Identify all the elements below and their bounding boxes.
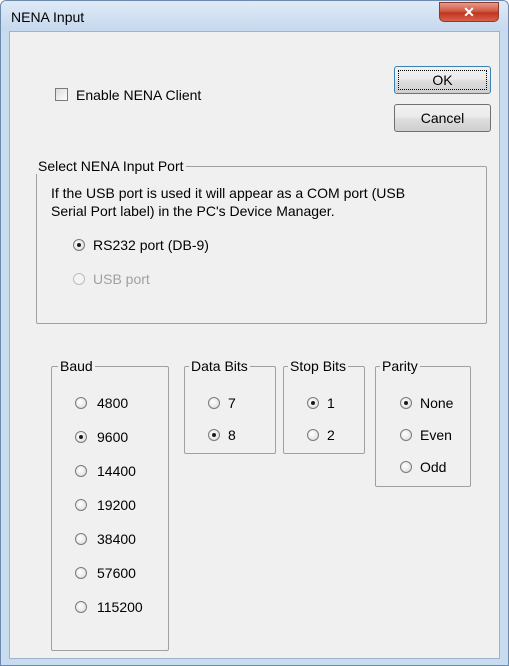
parity-none-radio[interactable] [400,397,412,409]
cancel-button[interactable]: Cancel [394,104,491,132]
baud-4800-radio[interactable] [75,397,87,409]
stop-bits-2-label[interactable]: 2 [327,427,335,443]
baud-19200-label[interactable]: 19200 [97,497,136,513]
data-bits-8-radio[interactable] [208,429,220,441]
data-bits-group: Data Bits 7 8 [184,358,276,454]
parity-odd-radio[interactable] [400,461,412,473]
ok-button-label: OK [432,72,453,88]
rs232-port-radio[interactable] [73,239,85,251]
usb-port-radio [73,273,85,285]
baud-14400-radio[interactable] [75,465,87,477]
enable-nena-client-label[interactable]: Enable NENA Client [76,87,201,103]
close-icon: ✕ [463,4,475,20]
parity-group-title: Parity [380,358,420,374]
baud-4800-label[interactable]: 4800 [97,395,128,411]
close-button[interactable]: ✕ [439,2,499,22]
baud-9600-label[interactable]: 9600 [97,429,128,445]
baud-115200-radio[interactable] [75,601,87,613]
baud-57600-label[interactable]: 57600 [97,565,136,581]
enable-nena-client-checkbox[interactable] [55,88,68,101]
ok-button[interactable]: OK [394,66,491,94]
parity-odd-label[interactable]: Odd [420,459,446,475]
stop-bits-1-label[interactable]: 1 [327,395,335,411]
parity-even-radio[interactable] [400,429,412,441]
window-title: NENA Input [11,9,85,25]
input-port-group-title: Select NENA Input Port [36,158,186,174]
stop-bits-1-radio[interactable] [307,397,319,409]
stop-bits-group-title: Stop Bits [288,358,349,374]
nena-input-dialog: NENA Input ✕ Enable NENA Client OK Cance… [0,0,509,666]
usb-port-label: USB port [93,271,150,287]
baud-57600-radio[interactable] [75,567,87,579]
baud-38400-radio[interactable] [75,533,87,545]
parity-none-label[interactable]: None [420,395,453,411]
baud-19200-radio[interactable] [75,499,87,511]
cancel-button-label: Cancel [420,110,465,126]
baud-14400-label[interactable]: 14400 [97,463,136,479]
data-bits-group-title: Data Bits [189,358,250,374]
data-bits-8-label[interactable]: 8 [228,427,236,443]
baud-115200-label[interactable]: 115200 [97,599,143,615]
parity-even-label[interactable]: Even [420,427,452,443]
input-port-description-line1: If the USB port is used it will appear a… [51,185,406,201]
stop-bits-2-radio[interactable] [307,429,319,441]
rs232-port-label[interactable]: RS232 port (DB-9) [93,237,209,253]
baud-group-title: Baud [58,358,95,374]
title-bar[interactable]: NENA Input ✕ [1,1,508,31]
data-bits-7-radio[interactable] [208,397,220,409]
input-port-description-line2: Serial Port label) in the PC's Device Ma… [51,203,335,219]
baud-38400-label[interactable]: 38400 [97,531,136,547]
data-bits-7-label[interactable]: 7 [228,395,236,411]
parity-group: Parity None Even Odd [375,358,471,487]
stop-bits-group: Stop Bits 1 2 [283,358,365,454]
baud-9600-radio[interactable] [75,431,87,443]
baud-group: Baud 4800 9600 14400 19200 38400 57600 1… [51,358,169,651]
input-port-group: Select NENA Input Port If the USB port i… [36,158,487,324]
dialog-body: Enable NENA Client OK Cancel Select NENA… [9,31,500,659]
